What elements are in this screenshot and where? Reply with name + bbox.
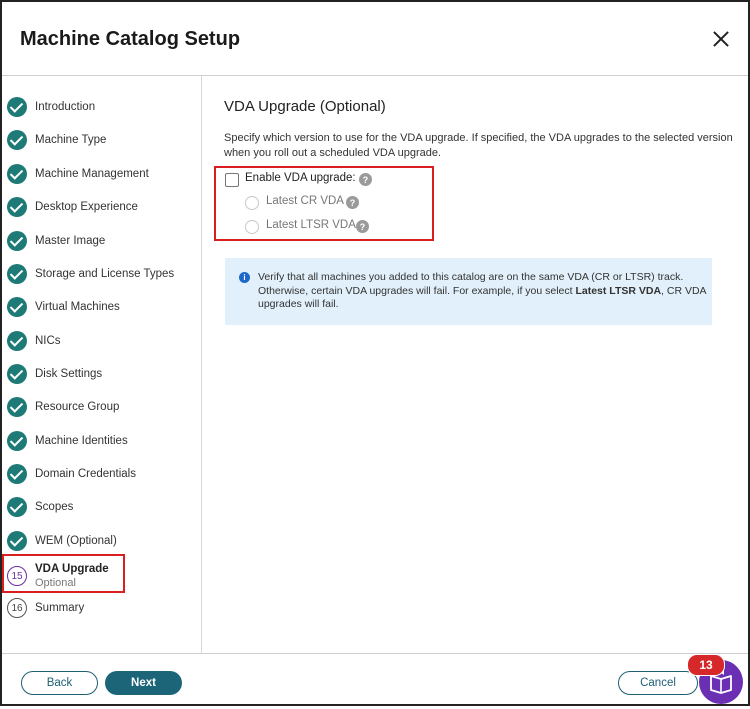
sidebar-item-machine-management[interactable]: Machine Management bbox=[7, 162, 149, 186]
check-icon bbox=[7, 164, 27, 184]
sidebar-item-label: Resource Group bbox=[35, 401, 120, 413]
sidebar-item-nics[interactable]: NICs bbox=[7, 329, 61, 353]
sidebar-item-machine-type[interactable]: Machine Type bbox=[7, 128, 106, 152]
latest-ltsr-vda-label: Latest LTSR VDA bbox=[266, 219, 356, 231]
footer-divider bbox=[2, 653, 748, 654]
sidebar-item-label: Domain Credentials bbox=[35, 468, 136, 480]
sidebar-item-desktop-experience[interactable]: Desktop Experience bbox=[7, 195, 138, 219]
dialog-title: Machine Catalog Setup bbox=[20, 28, 241, 50]
sidebar-item-introduction[interactable]: Introduction bbox=[7, 95, 95, 119]
check-icon bbox=[7, 431, 27, 451]
dialog: Machine Catalog Setup Introduction Machi… bbox=[0, 0, 750, 706]
check-icon bbox=[7, 331, 27, 351]
check-icon bbox=[7, 97, 27, 117]
sidebar-item-domain-credentials[interactable]: Domain Credentials bbox=[7, 462, 136, 486]
latest-cr-vda-label: Latest CR VDA bbox=[266, 195, 344, 207]
sidebar-item-resource-group[interactable]: Resource Group bbox=[7, 395, 119, 419]
sidebar-item-label: Machine Identities bbox=[35, 435, 128, 447]
check-icon bbox=[7, 464, 27, 484]
info-icon: i bbox=[239, 272, 250, 283]
sidebar-item-label: Storage and License Types bbox=[35, 268, 175, 280]
check-icon bbox=[7, 231, 27, 251]
check-icon bbox=[7, 497, 27, 517]
check-icon bbox=[7, 130, 27, 150]
enable-vda-upgrade-checkbox[interactable] bbox=[225, 173, 239, 187]
sidebar-item-virtual-machines[interactable]: Virtual Machines bbox=[7, 295, 120, 319]
next-button[interactable]: Next bbox=[105, 671, 182, 695]
step-number-badge: 16 bbox=[7, 598, 27, 618]
back-button[interactable]: Back bbox=[21, 671, 98, 695]
notification-badge: 13 bbox=[687, 654, 725, 676]
info-text: Verify that all machines you added to th… bbox=[258, 271, 708, 312]
close-icon[interactable] bbox=[709, 27, 733, 51]
check-icon bbox=[7, 197, 27, 217]
cancel-button[interactable]: Cancel bbox=[618, 671, 698, 695]
latest-ltsr-vda-radio[interactable] bbox=[245, 220, 259, 234]
sidebar-item-machine-identities[interactable]: Machine Identities bbox=[7, 429, 128, 453]
sidebar-item-storage-license[interactable]: Storage and License Types bbox=[7, 262, 174, 286]
sidebar-item-label: Disk Settings bbox=[35, 368, 103, 380]
highlight-box-step bbox=[2, 554, 125, 593]
sidebar-item-label: Master Image bbox=[35, 235, 106, 247]
sidebar-item-label: WEM (Optional) bbox=[35, 535, 117, 547]
latest-cr-vda-radio[interactable] bbox=[245, 196, 259, 210]
sidebar-item-summary[interactable]: 16 Summary bbox=[7, 596, 84, 620]
check-icon bbox=[7, 397, 27, 417]
sidebar-item-scopes[interactable]: Scopes bbox=[7, 495, 73, 519]
help-icon[interactable]: ? bbox=[359, 173, 372, 186]
info-text-bold: Latest LTSR VDA bbox=[575, 284, 662, 297]
page-title: VDA Upgrade (Optional) bbox=[224, 98, 386, 115]
check-icon bbox=[7, 364, 27, 384]
sidebar-item-label: Introduction bbox=[35, 101, 96, 113]
info-banner: i Verify that all machines you added to … bbox=[225, 258, 712, 325]
enable-vda-upgrade-label: Enable VDA upgrade: bbox=[245, 172, 356, 184]
help-icon[interactable]: ? bbox=[356, 220, 369, 233]
sidebar-item-disk-settings[interactable]: Disk Settings bbox=[7, 362, 102, 386]
sidebar-item-master-image[interactable]: Master Image bbox=[7, 229, 105, 253]
sidebar-item-label: Summary bbox=[35, 602, 85, 614]
sidebar-item-label: Desktop Experience bbox=[35, 201, 138, 213]
check-icon bbox=[7, 531, 27, 551]
sidebar-item-label: Virtual Machines bbox=[35, 301, 120, 313]
check-icon bbox=[7, 297, 27, 317]
description-text: Specify which version to use for the VDA… bbox=[224, 132, 733, 159]
sidebar-item-label: NICs bbox=[35, 335, 61, 347]
sidebar-item-label: Machine Management bbox=[35, 168, 149, 180]
sidebar-item-label: Machine Type bbox=[35, 134, 107, 146]
help-icon[interactable]: ? bbox=[346, 196, 359, 209]
sidebar-item-wem[interactable]: WEM (Optional) bbox=[7, 529, 117, 553]
sidebar-item-label: Scopes bbox=[35, 501, 74, 513]
check-icon bbox=[7, 264, 27, 284]
